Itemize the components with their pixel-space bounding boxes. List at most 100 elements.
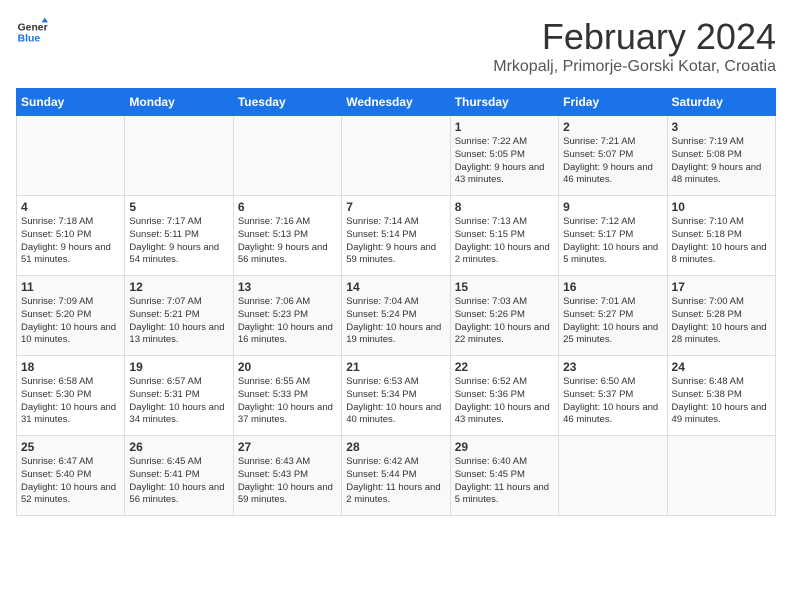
calendar-cell: 1Sunrise: 7:22 AM Sunset: 5:05 PM Daylig… xyxy=(450,116,558,196)
day-number: 9 xyxy=(563,200,662,214)
day-number: 5 xyxy=(129,200,228,214)
day-number: 28 xyxy=(346,440,445,454)
day-info: Sunrise: 7:17 AM Sunset: 5:11 PM Dayligh… xyxy=(129,216,228,267)
header: General Blue February 2024 Mrkopalj, Pri… xyxy=(16,16,776,76)
calendar-cell: 2 Sunrise: 7:21 AM Sunset: 5:07 PM Daylig… xyxy=(559,116,667,196)
day-info: Sunrise: 6:45 AM Sunset: 5:41 PM Dayligh… xyxy=(129,456,228,507)
day-number: 16 xyxy=(563,280,662,294)
calendar-table: SundayMondayTuesdayWednesdayThursdayFrid… xyxy=(16,88,776,516)
day-number: 2 xyxy=(563,120,662,134)
day-number: 8 xyxy=(455,200,554,214)
header-cell-sunday: Sunday xyxy=(17,89,125,116)
day-number: 4 xyxy=(21,200,120,214)
day-number: 1 xyxy=(455,120,554,134)
day-info: Sunrise: 7:12 AM Sunset: 5:17 PM Dayligh… xyxy=(563,216,662,267)
calendar-cell: 18 Sunrise: 6:58 AM Sunset: 5:30 PM Dayli… xyxy=(17,356,125,436)
week-row-0: 1Sunrise: 7:22 AM Sunset: 5:05 PM Daylig… xyxy=(17,116,776,196)
day-info: Sunrise: 7:10 AM Sunset: 5:18 PM Dayligh… xyxy=(672,216,771,267)
day-info: Sunrise: 7:19 AM Sunset: 5:08 PM Dayligh… xyxy=(672,136,771,187)
calendar-cell: 19 Sunrise: 6:57 AM Sunset: 5:31 PM Dayli… xyxy=(125,356,233,436)
calendar-cell xyxy=(125,116,233,196)
calendar-body: 1Sunrise: 7:22 AM Sunset: 5:05 PM Daylig… xyxy=(17,116,776,516)
header-cell-wednesday: Wednesday xyxy=(342,89,450,116)
calendar-cell: 7 Sunrise: 7:14 AM Sunset: 5:14 PM Daylig… xyxy=(342,196,450,276)
day-info: Sunrise: 6:55 AM Sunset: 5:33 PM Dayligh… xyxy=(238,376,337,427)
day-info: Sunrise: 6:57 AM Sunset: 5:31 PM Dayligh… xyxy=(129,376,228,427)
calendar-cell: 15Sunrise: 7:03 AM Sunset: 5:26 PM Dayli… xyxy=(450,276,558,356)
calendar-cell: 16 Sunrise: 7:01 AM Sunset: 5:27 PM Dayli… xyxy=(559,276,667,356)
day-info: Sunrise: 6:40 AM Sunset: 5:45 PM Dayligh… xyxy=(455,456,554,507)
calendar-cell: 27 Sunrise: 6:43 AM Sunset: 5:43 PM Dayli… xyxy=(233,436,341,516)
header-cell-thursday: Thursday xyxy=(450,89,558,116)
day-number: 19 xyxy=(129,360,228,374)
day-info: Sunrise: 7:13 AM Sunset: 5:15 PM Dayligh… xyxy=(455,216,554,267)
day-number: 15 xyxy=(455,280,554,294)
calendar-title: February 2024 xyxy=(493,16,776,58)
calendar-cell: 9 Sunrise: 7:12 AM Sunset: 5:17 PM Daylig… xyxy=(559,196,667,276)
calendar-cell: 4 Sunrise: 7:18 AM Sunset: 5:10 PM Daylig… xyxy=(17,196,125,276)
day-number: 6 xyxy=(238,200,337,214)
logo: General Blue xyxy=(16,16,48,48)
calendar-cell: 22 Sunrise: 6:52 AM Sunset: 5:36 PM Dayli… xyxy=(450,356,558,436)
calendar-cell: 3 Sunrise: 7:19 AM Sunset: 5:08 PM Daylig… xyxy=(667,116,775,196)
day-info: Sunrise: 6:48 AM Sunset: 5:38 PM Dayligh… xyxy=(672,376,771,427)
day-info: Sunrise: 7:00 AM Sunset: 5:28 PM Dayligh… xyxy=(672,296,771,347)
svg-text:Blue: Blue xyxy=(18,34,41,45)
calendar-cell: 12Sunrise: 7:07 AM Sunset: 5:21 PM Dayli… xyxy=(125,276,233,356)
day-number: 25 xyxy=(21,440,120,454)
calendar-cell: 29 Sunrise: 6:40 AM Sunset: 5:45 PM Dayli… xyxy=(450,436,558,516)
calendar-cell: 21Sunrise: 6:53 AM Sunset: 5:34 PM Dayli… xyxy=(342,356,450,436)
calendar-cell: 10 Sunrise: 7:10 AM Sunset: 5:18 PM Dayli… xyxy=(667,196,775,276)
day-number: 18 xyxy=(21,360,120,374)
calendar-cell xyxy=(17,116,125,196)
calendar-cell xyxy=(559,436,667,516)
day-number: 10 xyxy=(672,200,771,214)
logo-icon: General Blue xyxy=(16,16,48,48)
week-row-2: 11Sunrise: 7:09 AM Sunset: 5:20 PM Dayli… xyxy=(17,276,776,356)
calendar-cell xyxy=(342,116,450,196)
calendar-cell xyxy=(667,436,775,516)
day-info: Sunrise: 7:21 AM Sunset: 5:07 PM Dayligh… xyxy=(563,136,662,187)
calendar-cell: 8 Sunrise: 7:13 AM Sunset: 5:15 PM Daylig… xyxy=(450,196,558,276)
calendar-cell: 28Sunrise: 6:42 AM Sunset: 5:44 PM Dayli… xyxy=(342,436,450,516)
calendar-cell: 25 Sunrise: 6:47 AM Sunset: 5:40 PM Dayli… xyxy=(17,436,125,516)
calendar-cell: 14Sunrise: 7:04 AM Sunset: 5:24 PM Dayli… xyxy=(342,276,450,356)
day-number: 27 xyxy=(238,440,337,454)
day-number: 23 xyxy=(563,360,662,374)
day-info: Sunrise: 7:18 AM Sunset: 5:10 PM Dayligh… xyxy=(21,216,120,267)
day-number: 3 xyxy=(672,120,771,134)
calendar-cell: 6 Sunrise: 7:16 AM Sunset: 5:13 PM Daylig… xyxy=(233,196,341,276)
day-number: 24 xyxy=(672,360,771,374)
calendar-cell: 17 Sunrise: 7:00 AM Sunset: 5:28 PM Dayli… xyxy=(667,276,775,356)
week-row-3: 18 Sunrise: 6:58 AM Sunset: 5:30 PM Dayli… xyxy=(17,356,776,436)
week-row-1: 4 Sunrise: 7:18 AM Sunset: 5:10 PM Daylig… xyxy=(17,196,776,276)
day-info: Sunrise: 6:47 AM Sunset: 5:40 PM Dayligh… xyxy=(21,456,120,507)
day-info: Sunrise: 6:43 AM Sunset: 5:43 PM Dayligh… xyxy=(238,456,337,507)
header-cell-saturday: Saturday xyxy=(667,89,775,116)
calendar-cell: 20Sunrise: 6:55 AM Sunset: 5:33 PM Dayli… xyxy=(233,356,341,436)
week-row-4: 25 Sunrise: 6:47 AM Sunset: 5:40 PM Dayli… xyxy=(17,436,776,516)
day-number: 22 xyxy=(455,360,554,374)
day-info: Sunrise: 7:09 AM Sunset: 5:20 PM Dayligh… xyxy=(21,296,120,347)
svg-text:General: General xyxy=(18,22,48,33)
day-number: 17 xyxy=(672,280,771,294)
day-info: Sunrise: 6:58 AM Sunset: 5:30 PM Dayligh… xyxy=(21,376,120,427)
calendar-subtitle: Mrkopalj, Primorje-Gorski Kotar, Croatia xyxy=(493,58,776,76)
day-info: Sunrise: 6:52 AM Sunset: 5:36 PM Dayligh… xyxy=(455,376,554,427)
day-number: 29 xyxy=(455,440,554,454)
day-number: 12 xyxy=(129,280,228,294)
calendar-cell: 23 Sunrise: 6:50 AM Sunset: 5:37 PM Dayli… xyxy=(559,356,667,436)
header-cell-tuesday: Tuesday xyxy=(233,89,341,116)
day-info: Sunrise: 7:14 AM Sunset: 5:14 PM Dayligh… xyxy=(346,216,445,267)
day-number: 14 xyxy=(346,280,445,294)
day-info: Sunrise: 6:53 AM Sunset: 5:34 PM Dayligh… xyxy=(346,376,445,427)
day-number: 26 xyxy=(129,440,228,454)
day-number: 7 xyxy=(346,200,445,214)
day-info: Sunrise: 7:01 AM Sunset: 5:27 PM Dayligh… xyxy=(563,296,662,347)
day-info: Sunrise: 6:50 AM Sunset: 5:37 PM Dayligh… xyxy=(563,376,662,427)
header-row: SundayMondayTuesdayWednesdayThursdayFrid… xyxy=(17,89,776,116)
calendar-cell: 24 Sunrise: 6:48 AM Sunset: 5:38 PM Dayli… xyxy=(667,356,775,436)
calendar-cell: 26 Sunrise: 6:45 AM Sunset: 5:41 PM Dayli… xyxy=(125,436,233,516)
day-info: Sunrise: 7:16 AM Sunset: 5:13 PM Dayligh… xyxy=(238,216,337,267)
calendar-cell: 11Sunrise: 7:09 AM Sunset: 5:20 PM Dayli… xyxy=(17,276,125,356)
